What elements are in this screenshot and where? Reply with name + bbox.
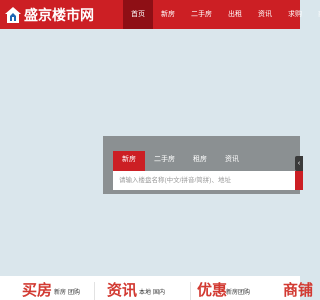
site-logo[interactable]: 盛京楼市网 bbox=[4, 4, 94, 25]
category-link-new-home-group-buy[interactable]: 新房团购 bbox=[226, 287, 250, 296]
category-link-domestic[interactable]: 国内 bbox=[153, 287, 165, 296]
top-navigation-bar: 盛京楼市网 首页 新房 二手房 出租 资讯 求购 商铺 bbox=[0, 0, 320, 29]
category-link-new-homes[interactable]: 新房 bbox=[54, 287, 66, 296]
nav-item-news[interactable]: 资讯 bbox=[250, 0, 280, 29]
category-link-group-buy[interactable]: 团购 bbox=[68, 287, 80, 296]
house-logo-icon bbox=[5, 6, 21, 23]
tab-rental[interactable]: 租房 bbox=[184, 151, 216, 171]
nav-item-shops[interactable]: 商铺 bbox=[310, 0, 320, 29]
chevron-left-icon[interactable]: ‹ bbox=[295, 156, 303, 171]
category-strip: 买房 新房 团购 资讯 本地 国内 优惠 新房团购 商铺 bbox=[0, 276, 313, 300]
category-title-news[interactable]: 资讯 bbox=[107, 279, 137, 300]
main-nav: 首页 新房 二手房 出租 资讯 求购 商铺 bbox=[123, 0, 320, 29]
nav-item-wanted[interactable]: 求购 bbox=[280, 0, 310, 29]
category-title-buy[interactable]: 买房 bbox=[22, 279, 52, 300]
category-news: 资讯 本地 国内 bbox=[95, 276, 175, 300]
category-deals: 优惠 新房团购 bbox=[191, 276, 271, 300]
search-button[interactable] bbox=[295, 171, 303, 190]
category-title-deals[interactable]: 优惠 bbox=[197, 279, 227, 300]
category-buy: 买房 新房 团购 bbox=[0, 276, 80, 300]
nav-item-rental[interactable]: 出租 bbox=[220, 0, 250, 29]
search-panel: 新房 二手房 租房 资讯 bbox=[103, 136, 303, 194]
tab-new-homes[interactable]: 新房 bbox=[113, 151, 145, 171]
site-name: 盛京楼市网 bbox=[24, 6, 94, 23]
nav-item-new-homes[interactable]: 新房 bbox=[153, 0, 183, 29]
nav-item-second-hand[interactable]: 二手房 bbox=[183, 0, 220, 29]
category-title-shops[interactable]: 商铺 bbox=[283, 279, 313, 300]
tab-second-hand[interactable]: 二手房 bbox=[145, 151, 184, 171]
search-input[interactable] bbox=[113, 171, 295, 190]
category-link-local[interactable]: 本地 bbox=[139, 287, 151, 296]
tab-news[interactable]: 资讯 bbox=[216, 151, 248, 171]
search-tabs: 新房 二手房 租房 资讯 bbox=[113, 151, 248, 171]
category-shops: 商铺 bbox=[271, 276, 313, 300]
nav-item-home[interactable]: 首页 bbox=[123, 0, 153, 29]
